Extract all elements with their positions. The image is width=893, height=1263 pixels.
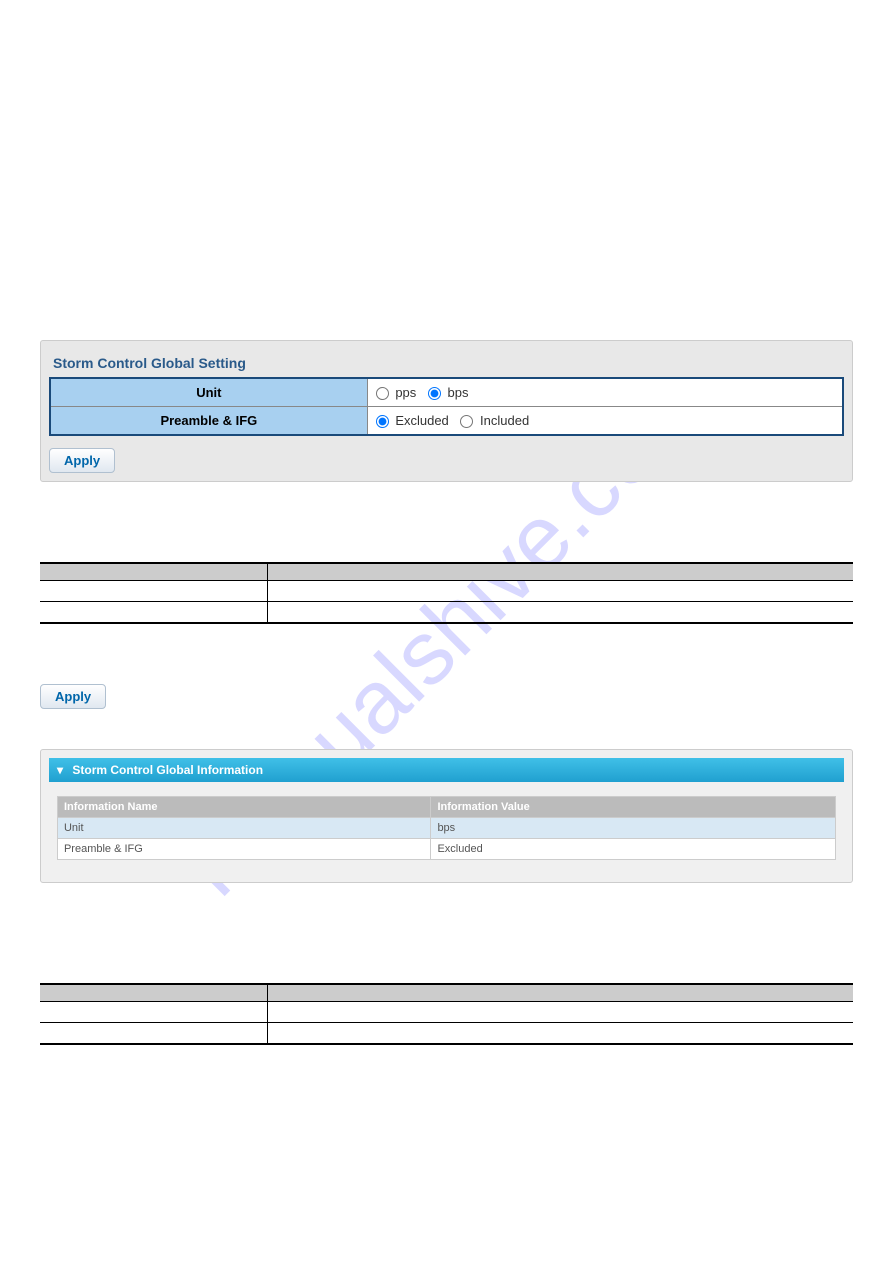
unit-label: Unit (50, 378, 367, 407)
unit-option-bps[interactable]: bps (428, 385, 469, 400)
settings-row-preamble: Preamble & IFG Excluded Included (50, 407, 843, 436)
unit-value-cell: pps bps (367, 378, 843, 407)
info-panel-title: Storm Control Global Information (72, 763, 263, 777)
preamble-option-excluded[interactable]: Excluded (376, 413, 453, 428)
desc1-cell-2-1 (40, 602, 268, 624)
desc1-row-1 (40, 581, 853, 602)
info-preamble-name: Preamble & IFG (57, 839, 430, 860)
desc1-cell-1-2 (268, 581, 853, 602)
apply-button-standalone[interactable]: Apply (40, 684, 106, 709)
desc1-cell-2-2 (268, 602, 853, 624)
desc1-header-2 (268, 563, 853, 581)
desc2-row-2 (40, 1023, 853, 1045)
desc1-cell-1-1 (40, 581, 268, 602)
unit-option-pps[interactable]: pps (376, 385, 420, 400)
unit-radio-pps[interactable] (376, 387, 389, 400)
desc2-header-2 (268, 984, 853, 1002)
desc1-header-1 (40, 563, 268, 581)
desc2-cell-2-2 (268, 1023, 853, 1045)
settings-row-unit: Unit pps bps (50, 378, 843, 407)
desc2-cell-2-1 (40, 1023, 268, 1045)
info-preamble-value: Excluded (431, 839, 836, 860)
info-unit-value: bps (431, 818, 836, 839)
settings-table: Unit pps bps Preamble & IFG (49, 377, 844, 436)
preamble-radio-excluded[interactable] (376, 415, 389, 428)
info-header-value: Information Value (431, 797, 836, 818)
preamble-label: Preamble & IFG (50, 407, 367, 436)
apply-button-settings[interactable]: Apply (49, 448, 115, 473)
desc2-header-1 (40, 984, 268, 1002)
unit-radio-bps[interactable] (428, 387, 441, 400)
info-row-unit: Unit bps (57, 818, 835, 839)
desc2-row-1 (40, 1002, 853, 1023)
preamble-radio-included[interactable] (460, 415, 473, 428)
desc2-cell-1-1 (40, 1002, 268, 1023)
preamble-option-included[interactable]: Included (460, 413, 529, 428)
info-unit-name: Unit (57, 818, 430, 839)
page-content: Storm Control Global Setting Unit pps bp… (0, 0, 893, 1085)
storm-control-settings-panel: Storm Control Global Setting Unit pps bp… (40, 340, 853, 482)
collapse-toggle-icon[interactable]: ▾ (57, 763, 63, 777)
info-panel-header[interactable]: ▾ Storm Control Global Information (49, 758, 844, 782)
description-table-2 (40, 983, 853, 1045)
description-table-1 (40, 562, 853, 624)
storm-control-info-panel: ▾ Storm Control Global Information Infor… (40, 749, 853, 883)
desc1-row-2 (40, 602, 853, 624)
preamble-value-cell: Excluded Included (367, 407, 843, 436)
info-table: Information Name Information Value Unit … (57, 796, 836, 860)
info-header-name: Information Name (57, 797, 430, 818)
desc2-cell-1-2 (268, 1002, 853, 1023)
settings-panel-title: Storm Control Global Setting (49, 349, 844, 377)
info-row-preamble: Preamble & IFG Excluded (57, 839, 835, 860)
